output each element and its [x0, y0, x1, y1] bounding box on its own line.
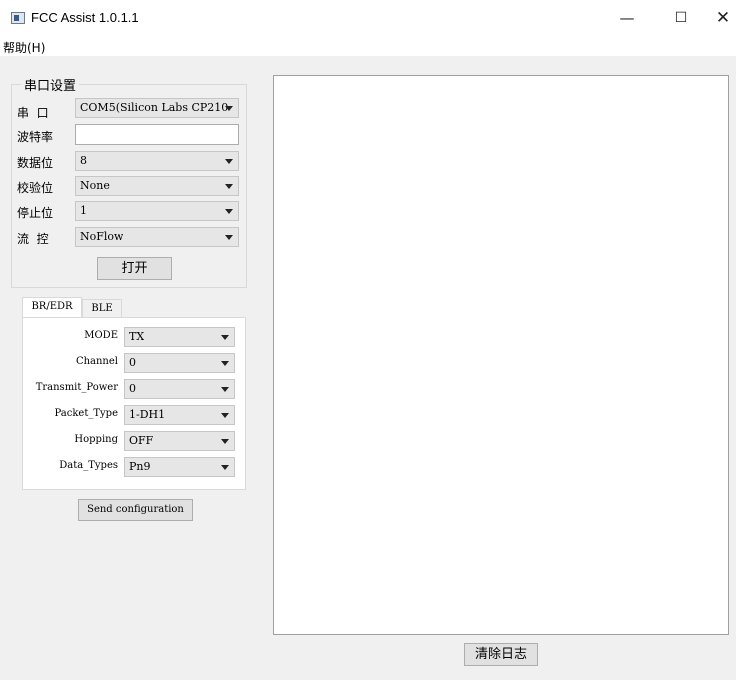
stopbits-label: 停止位 [17, 206, 54, 220]
data-types-value: Pn9 [129, 460, 151, 473]
channel-select[interactable]: 0 [124, 353, 235, 373]
menu-bar: 帮助(H) [0, 36, 736, 56]
hopping-select[interactable]: OFF [124, 431, 235, 451]
window-title: FCC Assist 1.0.1.1 [31, 10, 139, 25]
stopbits-select[interactable]: 1 [75, 201, 239, 221]
port-label: 串 口 [17, 106, 49, 120]
chevron-down-icon [221, 387, 229, 392]
maximize-icon[interactable]: ☐ [658, 0, 704, 36]
close-icon[interactable]: ✕ [700, 0, 736, 36]
chevron-down-icon [221, 335, 229, 340]
chevron-down-icon [225, 235, 233, 240]
chevron-down-icon [225, 184, 233, 189]
parity-select[interactable]: None [75, 176, 239, 196]
chevron-down-icon [225, 106, 233, 111]
databits-value: 8 [80, 154, 87, 167]
app-icon [11, 12, 25, 24]
chevron-down-icon [221, 413, 229, 418]
channel-value: 0 [129, 356, 136, 369]
data-types-select[interactable]: Pn9 [124, 457, 235, 477]
transmit-power-value: 0 [129, 382, 136, 395]
mode-select[interactable]: TX [124, 327, 235, 347]
mode-label: MODE [84, 330, 118, 341]
packet-type-label: Packet_Type [54, 408, 118, 419]
transmit-power-label: Transmit_Power [35, 382, 118, 393]
tab-ble[interactable]: BLE [82, 299, 122, 317]
baud-label: 波特率 [17, 130, 54, 144]
channel-label: Channel [75, 356, 118, 367]
chevron-down-icon [221, 439, 229, 444]
hopping-value: OFF [129, 434, 154, 447]
data-types-label: Data_Types [59, 460, 118, 471]
packet-type-value: 1-DH1 [129, 408, 166, 421]
port-value: COM5(Silicon Labs CP210 [80, 101, 229, 114]
stopbits-value: 1 [80, 204, 87, 217]
port-select[interactable]: COM5(Silicon Labs CP210 [75, 98, 239, 118]
chevron-down-icon [221, 465, 229, 470]
title-bar: FCC Assist 1.0.1.1 — ☐ ✕ [0, 0, 736, 36]
transmit-power-select[interactable]: 0 [124, 379, 235, 399]
chevron-down-icon [225, 209, 233, 214]
menu-help[interactable]: 帮助(H) [3, 39, 45, 56]
packet-type-select[interactable]: 1-DH1 [124, 405, 235, 425]
send-configuration-button[interactable]: Send configuration [78, 499, 193, 521]
hopping-label: Hopping [74, 434, 118, 445]
clear-log-button[interactable]: 清除日志 [464, 643, 538, 666]
tab-br-edr[interactable]: BR/EDR [22, 297, 82, 318]
flow-value: NoFlow [80, 230, 124, 243]
open-port-button[interactable]: 打开 [97, 257, 172, 280]
parity-value: None [80, 179, 110, 192]
flow-label: 流 控 [17, 232, 49, 246]
minimize-icon[interactable]: — [604, 0, 650, 36]
baud-input[interactable] [75, 124, 239, 145]
flow-select[interactable]: NoFlow [75, 227, 239, 247]
log-output[interactable] [273, 75, 729, 635]
databits-label: 数据位 [17, 156, 54, 170]
serial-settings-title: 串口设置 [21, 75, 80, 94]
mode-value: TX [129, 330, 145, 343]
databits-select[interactable]: 8 [75, 151, 239, 171]
chevron-down-icon [221, 361, 229, 366]
parity-label: 校验位 [17, 181, 54, 195]
chevron-down-icon [225, 159, 233, 164]
